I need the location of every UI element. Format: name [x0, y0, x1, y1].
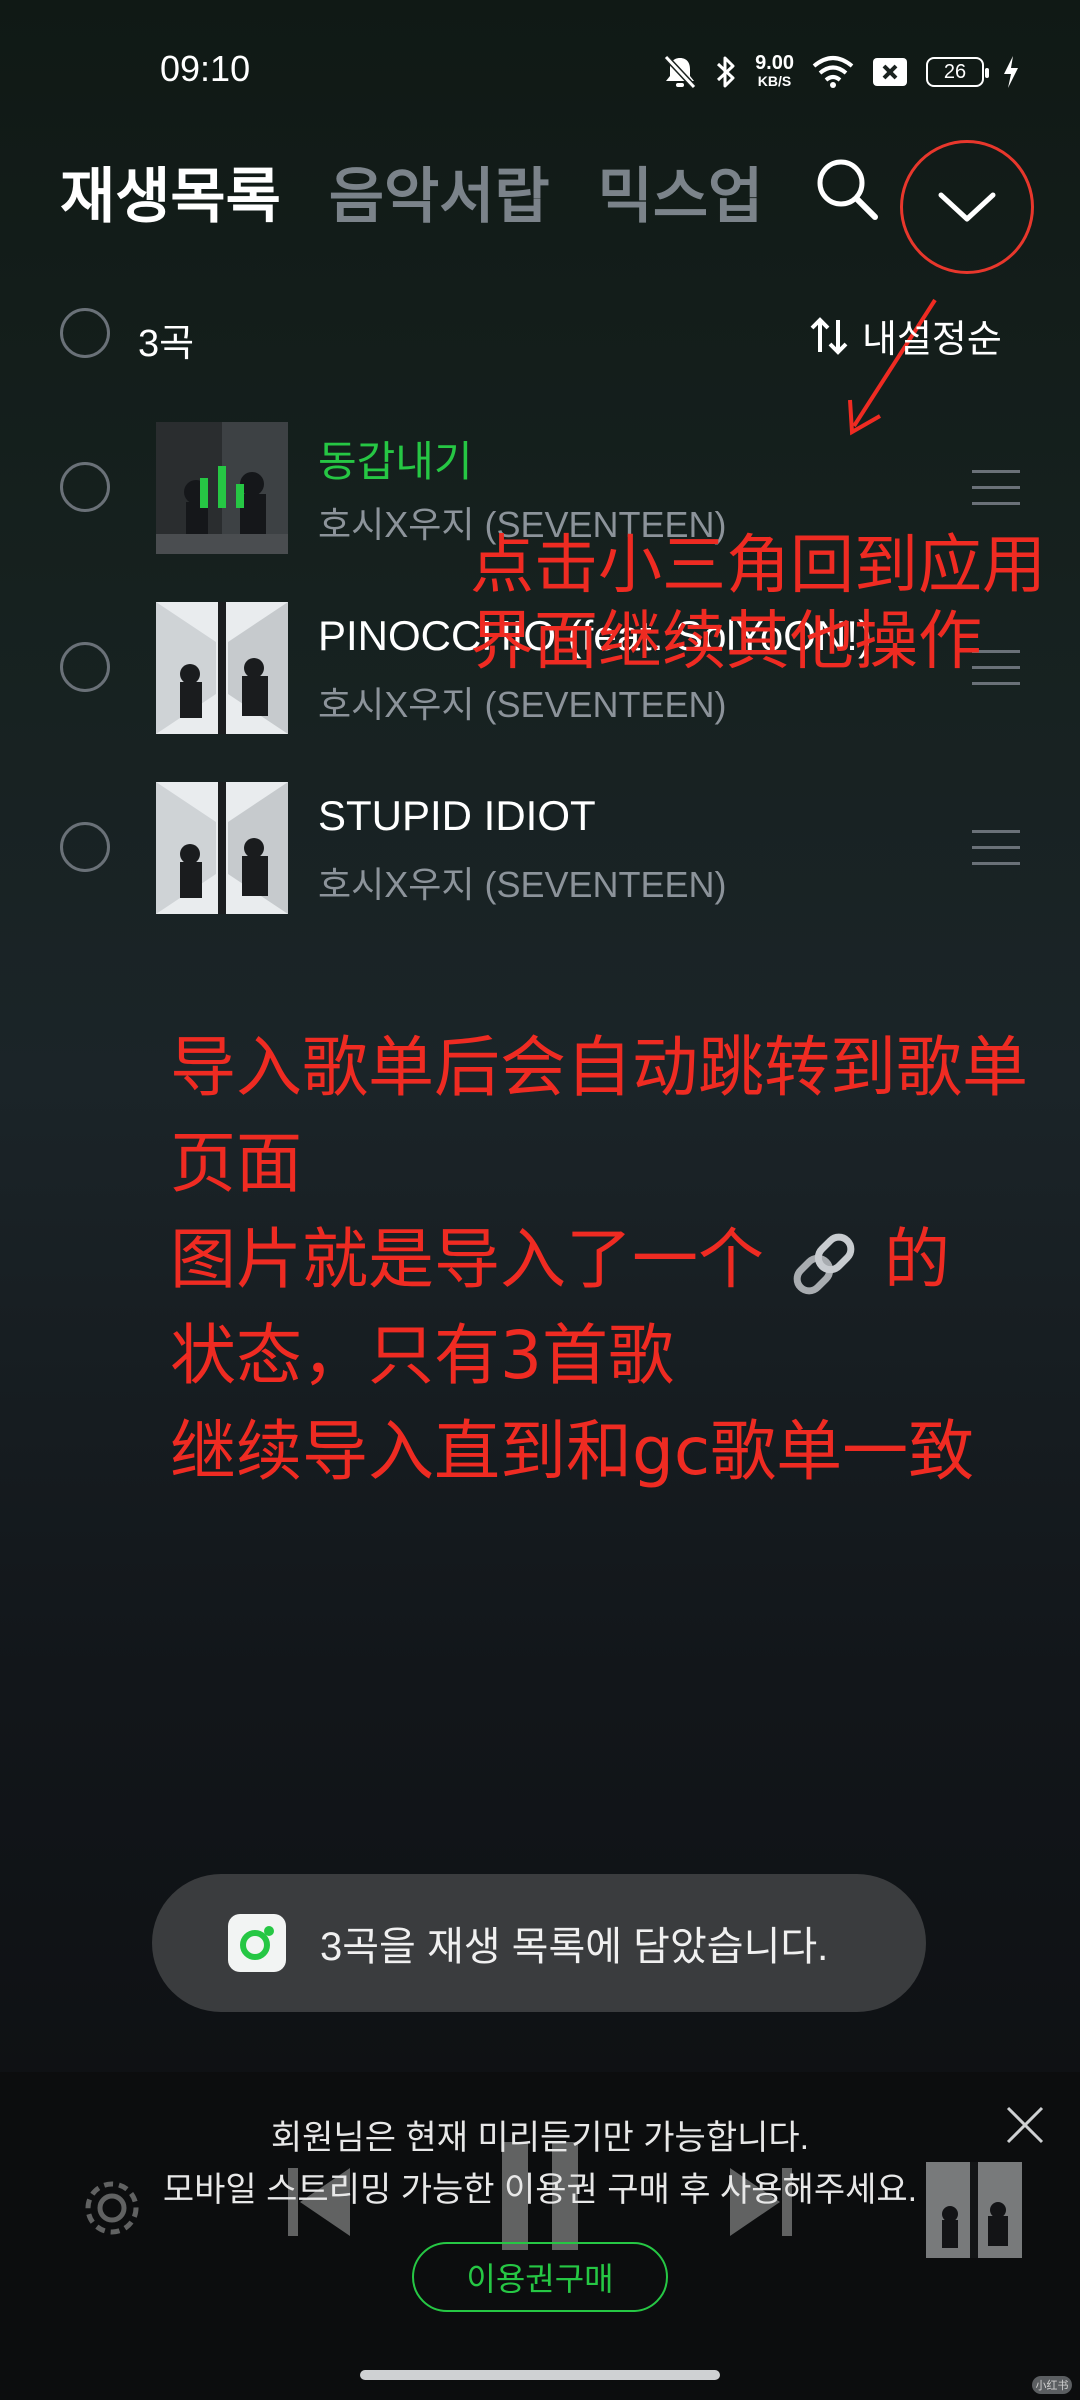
song-checkbox[interactable] [60, 822, 110, 872]
search-button[interactable] [812, 154, 882, 224]
annotation-line: 状态，只有3首歌 [170, 1317, 674, 1394]
song-title: 동갑내기 [318, 438, 473, 485]
link-icon [793, 1233, 855, 1295]
annotation-note: 导入歌单后会自动跳转到歌单页面 图片就是导入了一个 的 状态，只有3首歌 继续导… [170, 1020, 1080, 1500]
buy-pass-button[interactable]: 이용권구매 [412, 2242, 668, 2312]
album-art [156, 422, 288, 554]
drag-handle[interactable] [972, 470, 1020, 506]
preview-notice: 회원님은 현재 미리듣기만 가능합니다. [270, 2119, 810, 2157]
select-all-checkbox[interactable] [60, 308, 110, 358]
wifi-icon [812, 56, 854, 88]
watermark: 小红书 [1032, 2376, 1072, 2394]
song-checkbox[interactable] [60, 462, 110, 512]
charging-icon [1004, 56, 1018, 88]
status-time: 09:10 [160, 48, 251, 89]
tab-music-drawer[interactable]: 음악서랍 [329, 148, 550, 235]
network-speed: 9.00 KB/S [755, 52, 794, 89]
chevron-down-icon [938, 192, 996, 222]
drag-handle[interactable] [972, 830, 1020, 866]
album-art [156, 782, 288, 914]
tab-playlist[interactable]: 재생목록 [60, 148, 281, 235]
preview-notice: 모바일 스트리밍 가능한 이용권 구매 후 사용해주세요. [162, 2171, 918, 2209]
equalizer-icon [200, 466, 244, 508]
x-box-icon [873, 58, 907, 86]
song-title: STUPID IDIOT [318, 792, 596, 839]
toast: 3곡을 재생 목록에 담았습니다. [152, 1874, 926, 2012]
song-row[interactable]: STUPID IDIOT 호시X우지 (SEVENTEEN) [0, 758, 1080, 938]
battery-icon: 26 [926, 57, 989, 87]
search-icon [817, 159, 878, 220]
status-icons: 9.00 KB/S 26 [663, 50, 1020, 94]
annotation-line: 图片就是导入了一个 的 [170, 1212, 1080, 1308]
song-checkbox[interactable] [60, 642, 110, 692]
annotation-note: 点击小三角回到应用界面继续其他操作 [470, 529, 1046, 679]
collapse-button[interactable] [900, 140, 1034, 274]
song-count: 3곡 [138, 323, 195, 365]
sort-button[interactable]: 내설정순 [808, 308, 1002, 363]
toast-message: 3곡을 재생 목록에 담았습니다. [320, 1925, 829, 1969]
song-artist: 호시X우지 (SEVENTEEN) [318, 864, 727, 905]
mute-icon [663, 54, 697, 90]
sort-icon [810, 316, 848, 355]
annotation-line: 继续导入直到和gc歌单一致 [170, 1413, 975, 1490]
tab-mixup[interactable]: 믹스업 [598, 148, 764, 235]
annotation-line: 导入歌单后会自动跳转到歌单页面 [170, 1029, 1028, 1202]
song-artist: 호시X우지 (SEVENTEEN) [318, 684, 727, 725]
close-icon[interactable] [1000, 2100, 1050, 2150]
home-indicator[interactable] [360, 2370, 720, 2380]
app-logo-icon [228, 1914, 286, 1972]
header-tabs: 재생목록 음악서랍 믹스업 [60, 148, 763, 235]
album-art [156, 602, 288, 734]
sort-label: 내설정순 [862, 319, 1002, 361]
bluetooth-icon [717, 56, 735, 88]
